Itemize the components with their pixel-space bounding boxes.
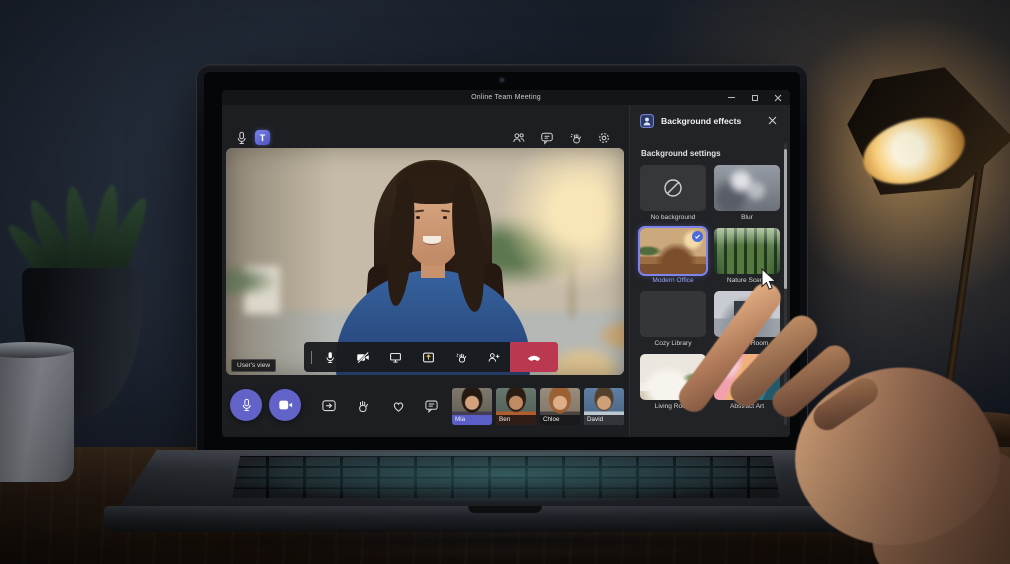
mic-icon <box>326 351 335 363</box>
heart-reaction-button[interactable] <box>390 397 407 414</box>
panel-scrollbar-thumb[interactable] <box>784 149 787 289</box>
participant-tile[interactable]: Mia <box>452 388 492 425</box>
modern-office-thumbnail <box>638 226 708 276</box>
participants-icon <box>513 133 525 143</box>
participant-tile[interactable]: David <box>584 388 624 425</box>
scene: Online Team Meeting T User's view Mia Be… <box>0 0 1010 564</box>
laptop-shadow <box>130 528 890 554</box>
end-call-button[interactable] <box>510 342 558 372</box>
participant-tile[interactable]: Ben <box>496 388 536 425</box>
close-icon <box>774 94 781 101</box>
cursor-arrow-icon <box>761 268 777 290</box>
mic-button[interactable] <box>314 342 347 372</box>
teams-logo-letter: T <box>259 132 266 143</box>
tile-label: No background <box>650 214 696 221</box>
chat-icon <box>541 132 553 145</box>
panel-header: Background effects <box>640 114 741 128</box>
laptop-lid-notch <box>468 506 542 513</box>
participant-tile[interactable]: Chloe <box>540 388 580 425</box>
participant-name: Mia <box>452 415 492 425</box>
share-window-icon <box>422 352 434 362</box>
tile-modern-office[interactable]: Modern Office <box>638 226 708 284</box>
window-title: Online Team Meeting <box>471 94 541 101</box>
mouse-cursor <box>760 268 778 294</box>
camera-off-icon <box>357 351 369 363</box>
mic-status-button[interactable] <box>235 131 249 145</box>
maximize-icon <box>751 94 758 101</box>
teams-logo-icon[interactable]: T <box>255 130 270 145</box>
camera-on-icon <box>278 400 292 410</box>
titlebar: Online Team Meeting <box>222 90 790 105</box>
keyboard-glow <box>232 452 780 502</box>
share-tray-icon <box>321 400 336 412</box>
self-video-feed: User's view <box>226 148 624 375</box>
tile-label: Blur <box>741 214 753 221</box>
chat-lines-icon <box>425 400 438 413</box>
camera-on-button[interactable] <box>269 389 301 421</box>
settings-button[interactable] <box>597 131 611 145</box>
heart-icon <box>393 401 404 412</box>
end-call-icon <box>527 355 541 361</box>
reactions-button[interactable] <box>569 131 583 145</box>
gear-icon <box>599 133 609 143</box>
screen-share-icon <box>390 352 402 363</box>
close-button[interactable] <box>773 93 782 102</box>
call-control-bar <box>304 342 558 372</box>
raise-hand-button-bottom[interactable] <box>354 397 371 414</box>
camera-off-button[interactable] <box>347 342 380 372</box>
panel-close-button[interactable] <box>768 116 778 126</box>
screen-share-button[interactable] <box>379 342 412 372</box>
none-icon <box>664 179 682 197</box>
participant-name: David <box>584 415 624 425</box>
raise-hand-button[interactable] <box>445 342 478 372</box>
video-vignette <box>226 148 624 375</box>
panel-close-icon <box>768 116 777 125</box>
check-icon <box>695 234 701 239</box>
view-label-chip: User's view <box>231 359 277 372</box>
add-participant-icon <box>488 352 500 362</box>
no-background-thumbnail <box>640 165 706 211</box>
tile-cozy-library[interactable]: Cozy Library <box>640 291 706 347</box>
share-window-button[interactable] <box>412 342 445 372</box>
reactions-hand-icon <box>570 133 582 144</box>
add-participant-button[interactable] <box>477 342 510 372</box>
tile-blur[interactable]: Blur <box>714 165 780 221</box>
participant-name: Ben <box>496 415 536 425</box>
mic-on-button[interactable] <box>230 389 262 421</box>
maximize-button[interactable] <box>750 93 759 102</box>
minimize-icon <box>728 97 735 98</box>
tile-label: Cozy Library <box>654 340 692 347</box>
microphone-icon <box>237 131 246 145</box>
minimize-button[interactable] <box>727 93 736 102</box>
divider <box>311 350 312 364</box>
tile-label: Modern Office <box>652 277 694 284</box>
chat-button[interactable] <box>540 131 554 145</box>
mic-on-icon <box>242 398 251 412</box>
coffee-mug <box>0 346 74 482</box>
section-title: Background settings <box>641 149 721 158</box>
raise-hand-icon <box>456 353 466 362</box>
tile-no-background[interactable]: No background <box>640 165 706 221</box>
webcam-dot <box>500 78 504 82</box>
participants-button[interactable] <box>512 131 526 145</box>
panel-title: Background effects <box>661 116 742 126</box>
raise-hand-icon <box>359 400 369 412</box>
cozy-library-thumbnail <box>640 291 706 337</box>
participant-name: Chloe <box>540 415 580 425</box>
background-effects-icon <box>640 114 654 128</box>
share-tray-button[interactable] <box>320 397 337 414</box>
chat-button-bottom[interactable] <box>423 397 440 414</box>
blur-thumbnail <box>714 165 780 211</box>
